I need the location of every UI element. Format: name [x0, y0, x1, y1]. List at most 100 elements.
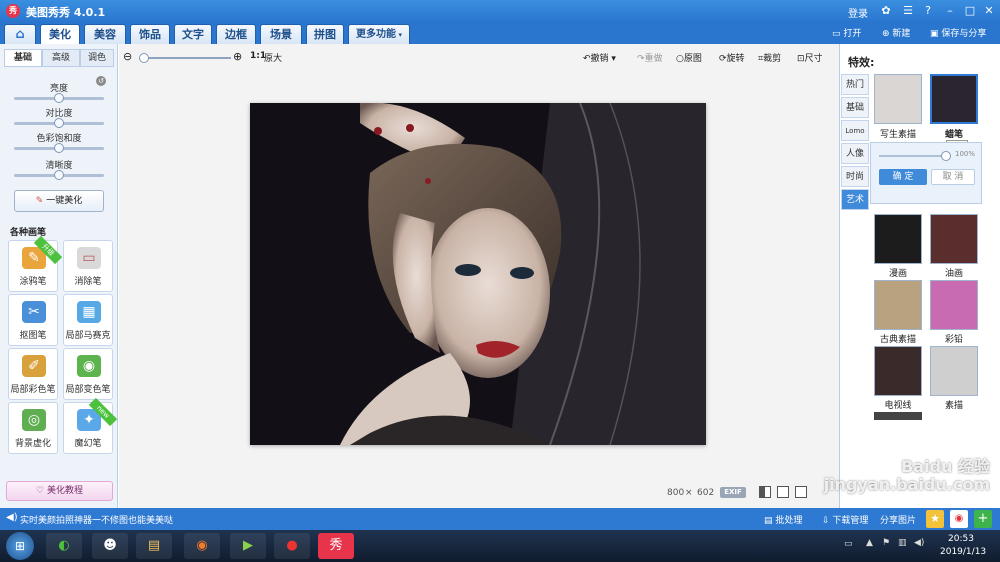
add-icon[interactable]: +: [974, 510, 992, 528]
maximize-icon[interactable]: □: [962, 3, 978, 19]
taskbar-firefox-icon[interactable]: ◉: [184, 533, 220, 559]
slider-knob[interactable]: [54, 118, 64, 128]
cancel-button[interactable]: 取 消: [931, 169, 975, 185]
tab-scene[interactable]: 场景: [260, 24, 302, 44]
save-share-button[interactable]: ▣ 保存与分享: [930, 26, 986, 39]
effect-classic-sketch-thumb[interactable]: [874, 280, 922, 330]
tool-mosaic[interactable]: ▦ 局部马赛克: [63, 294, 113, 346]
category-lomo[interactable]: Lomo: [841, 120, 869, 141]
tab-text[interactable]: 文字: [174, 24, 212, 44]
category-fashion[interactable]: 时尚: [841, 166, 869, 187]
status-message[interactable]: 实时美颜拍照神器一不修图也能美美哒: [20, 513, 173, 526]
new-button[interactable]: ⊕ 新建: [882, 26, 910, 39]
share-image-button[interactable]: 分享图片: [880, 513, 916, 526]
auto-beautify-button[interactable]: ✎ 一键美化: [14, 190, 104, 212]
login-link[interactable]: 登录: [848, 5, 868, 20]
fit-view-icon[interactable]: [777, 486, 789, 498]
taskbar-qq-icon[interactable]: ☻: [92, 533, 128, 559]
photo-preview[interactable]: [250, 103, 706, 445]
category-hot[interactable]: 热门: [841, 74, 869, 95]
tool-label: 局部变色笔: [65, 385, 111, 395]
rotate-button[interactable]: ⟳旋转: [719, 51, 745, 64]
weibo-icon[interactable]: ◉: [950, 510, 968, 528]
tool-eraser[interactable]: ▭ 消除笔: [63, 240, 113, 292]
category-portrait[interactable]: 人像: [841, 143, 869, 164]
slider-knob[interactable]: [54, 170, 64, 180]
taskbar-record-icon[interactable]: ●: [274, 533, 310, 559]
slider-knob[interactable]: [54, 93, 64, 103]
tab-collage[interactable]: 拼图: [306, 24, 344, 44]
help-icon[interactable]: ?: [920, 3, 936, 19]
redo-button[interactable]: ↷重做: [637, 51, 663, 64]
download-manager-button[interactable]: ⇩ 下载管理: [822, 513, 868, 526]
tool-background-blur[interactable]: ◎ 背景虚化: [8, 402, 58, 454]
effect-sketch-thumb[interactable]: [874, 74, 922, 124]
close-icon[interactable]: ✕: [981, 3, 997, 19]
tray-keyboard-icon[interactable]: ▭: [844, 539, 853, 549]
clock-time[interactable]: 20:53: [948, 534, 974, 544]
subtab-advanced[interactable]: 高级: [42, 49, 80, 67]
bucket-icon: ◉: [77, 355, 101, 377]
strength-slider[interactable]: [879, 151, 951, 161]
open-button[interactable]: ▭ 打开: [832, 26, 861, 39]
effect-pencil-sketch-thumb[interactable]: [930, 346, 978, 396]
tray-expand-icon[interactable]: ▲: [866, 538, 873, 548]
effect-oil-thumb[interactable]: [930, 214, 978, 264]
crop-button[interactable]: ⌗裁剪: [758, 51, 781, 64]
original-button[interactable]: ○原图: [676, 51, 702, 64]
strength-knob[interactable]: [941, 151, 951, 161]
exif-button[interactable]: EXIF: [720, 487, 746, 498]
resize-button[interactable]: ⊡尺寸: [797, 51, 823, 64]
effect-color-pencil-thumb[interactable]: [930, 280, 978, 330]
zoom-original-size[interactable]: 原大: [264, 51, 282, 64]
tutorial-button[interactable]: ♡ 美化教程: [6, 481, 113, 501]
zoom-slider[interactable]: [139, 53, 231, 63]
contrast-slider[interactable]: [14, 118, 104, 128]
taskbar-explorer-icon[interactable]: ▤: [136, 533, 172, 559]
tray-flag-icon[interactable]: ⚑: [882, 538, 890, 548]
tool-color-brush[interactable]: ✐ 局部彩色笔: [8, 348, 58, 400]
tab-border[interactable]: 边框: [216, 24, 256, 44]
effect-tv-lines-thumb[interactable]: [874, 346, 922, 396]
taskbar-media-icon[interactable]: ▶: [230, 533, 266, 559]
start-button-icon[interactable]: ⊞: [6, 532, 34, 560]
zoom-out-icon[interactable]: ⊖: [123, 50, 132, 63]
tab-accessories[interactable]: 饰品: [130, 24, 170, 44]
minimize-icon[interactable]: –: [942, 3, 958, 19]
effect-crayon-thumb[interactable]: [930, 74, 978, 124]
tool-magic-pen[interactable]: ✦ 魔幻笔 new: [63, 397, 118, 454]
saturation-slider[interactable]: [14, 143, 104, 153]
taskbar-meitu-icon[interactable]: 秀: [318, 533, 354, 559]
zoom-in-icon[interactable]: ⊕: [233, 50, 242, 63]
sharpness-slider[interactable]: [14, 170, 104, 180]
confirm-button[interactable]: 确 定: [879, 169, 927, 185]
tool-cutout[interactable]: ✂ 抠图笔: [8, 294, 58, 346]
tray-volume-icon[interactable]: ◀): [914, 538, 924, 548]
menu-icon[interactable]: ☰: [900, 3, 916, 19]
clock-date[interactable]: 2019/1/13: [940, 547, 986, 557]
zoom-knob[interactable]: [139, 53, 149, 63]
subtab-basic[interactable]: 基础: [4, 49, 42, 67]
effect-list-scroll-region[interactable]: [874, 412, 922, 420]
skin-icon[interactable]: ✿: [878, 3, 894, 19]
category-art[interactable]: 艺术: [841, 189, 869, 210]
tab-more-functions[interactable]: 更多功能 ▾: [348, 24, 410, 44]
subtab-tone[interactable]: 调色: [80, 49, 114, 67]
brightness-slider[interactable]: [14, 93, 104, 103]
effects-panel: 特效: 热门 基础 Lomo 人像 时尚 艺术 写生素描 蜡笔 蜡笔 100% …: [839, 44, 1000, 508]
undo-button[interactable]: ↶撤销 ▾: [583, 51, 616, 64]
tab-beautify[interactable]: 美化: [40, 24, 80, 44]
effect-comic-thumb[interactable]: [874, 214, 922, 264]
star-icon[interactable]: ★: [926, 510, 944, 528]
batch-button[interactable]: ▤ 批处理: [764, 513, 802, 526]
tool-recolor-brush[interactable]: ◉ 局部变色笔: [63, 348, 113, 400]
slider-knob[interactable]: [54, 143, 64, 153]
tray-network-icon[interactable]: ▥: [898, 538, 907, 548]
home-tab[interactable]: ⌂: [4, 24, 36, 44]
save-label: 保存与分享: [941, 29, 987, 39]
compare-icon[interactable]: [759, 486, 771, 498]
tool-doodle-pen[interactable]: ✎ 涂鸦笔 升级: [8, 235, 63, 292]
category-basic[interactable]: 基础: [841, 97, 869, 118]
taskbar-browser-icon[interactable]: ◐: [46, 533, 82, 559]
tab-cosmetic[interactable]: 美容: [84, 24, 126, 44]
